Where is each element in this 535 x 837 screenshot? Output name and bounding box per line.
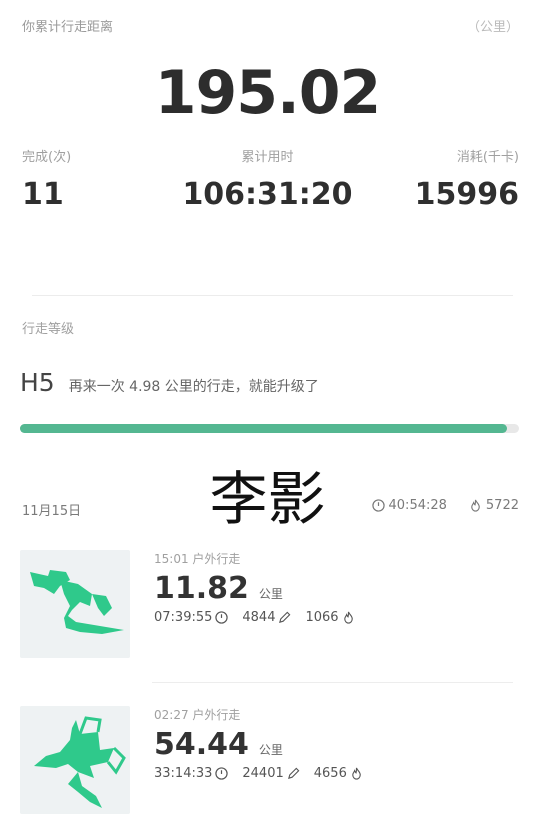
flame-icon <box>343 611 353 624</box>
watermark-text: 李影 <box>209 465 326 533</box>
pencil-icon <box>279 611 291 623</box>
record-duration: 33:14:33 <box>154 766 229 781</box>
record-meta: 15:01 户外行走 <box>154 550 519 567</box>
record-duration-value: 33:14:33 <box>154 766 213 781</box>
record-distance-value: 54.44 <box>154 727 249 762</box>
flame-icon <box>352 767 361 780</box>
clock-icon <box>371 499 385 512</box>
record-duration: 07:39:55 <box>154 610 229 625</box>
record-calories: 4656 <box>314 766 363 781</box>
summary-unit: （公里） <box>466 20 519 35</box>
level-code: H5 <box>20 368 55 397</box>
record-metrics: 33:14:33 24401 4656 <box>154 766 519 781</box>
clock-icon <box>215 611 229 624</box>
stat-calories-label: 消耗(千卡) <box>456 150 519 165</box>
record-duration-value: 07:39:55 <box>154 610 213 625</box>
stat-calories-value: 15996 <box>414 177 519 212</box>
route-map-1 <box>20 550 130 658</box>
pencil-icon <box>287 767 300 779</box>
record-divider <box>152 682 513 683</box>
record-distance-value: 11.82 <box>154 571 249 606</box>
route-map-thumbnail <box>20 706 130 814</box>
route-map-thumbnail <box>20 550 130 658</box>
day-duration: 40:54:28 <box>371 498 447 513</box>
record-distance: 54.44 公里 <box>154 727 519 762</box>
day-calories: 5722 <box>469 498 519 513</box>
record-time: 15:01 <box>154 552 189 566</box>
day-duration-value: 40:54:28 <box>388 498 447 513</box>
level-progress-fill <box>20 424 507 433</box>
record-calories-value: 1066 <box>305 610 339 625</box>
record-steps: 24401 <box>242 766 300 781</box>
activity-record-1[interactable]: 15:01 户外行走 11.82 公里 07:39:55 4844 1066 <box>20 550 519 662</box>
record-time: 02:27 <box>154 708 189 722</box>
summary-header: 你累计行走距离 （公里） <box>22 14 519 36</box>
record-steps-value: 24401 <box>242 766 284 781</box>
record-type: 户外行走 <box>192 552 241 566</box>
record-distance-unit: 公里 <box>258 587 283 601</box>
day-summary-row: 11月15日 40:54:28 5722 <box>22 498 519 519</box>
level-heading: 行走等级 <box>22 322 75 337</box>
day-date: 11月15日 <box>22 504 82 519</box>
record-calories-value: 4656 <box>313 766 347 781</box>
record-type: 户外行走 <box>192 708 241 722</box>
level-progress-bar <box>20 424 519 433</box>
total-distance: 195.02 <box>154 58 382 128</box>
activity-record-2[interactable]: 02:27 户外行走 54.44 公里 33:14:33 24401 4656 <box>20 706 519 818</box>
summary-title: 你累计行走距离 <box>22 20 114 35</box>
day-calories-value: 5722 <box>485 498 519 513</box>
record-distance: 11.82 公里 <box>154 571 519 606</box>
record-calories: 1066 <box>305 610 354 625</box>
clock-icon <box>215 767 229 780</box>
flame-icon <box>471 499 480 512</box>
record-meta: 02:27 户外行走 <box>154 706 519 723</box>
stat-calories: 消耗(千卡) 15996 <box>415 146 519 212</box>
route-map-2 <box>20 706 130 814</box>
record-steps: 4844 <box>242 610 291 625</box>
section-divider <box>32 295 513 296</box>
record-metrics: 07:39:55 4844 1066 <box>154 610 519 625</box>
record-steps-value: 4844 <box>242 610 276 625</box>
level-message: 再来一次 4.98 公里的行走，就能升级了 <box>68 379 319 395</box>
level-row[interactable]: H5 再来一次 4.98 公里的行走，就能升级了 <box>20 368 519 397</box>
record-distance-unit: 公里 <box>258 743 283 757</box>
